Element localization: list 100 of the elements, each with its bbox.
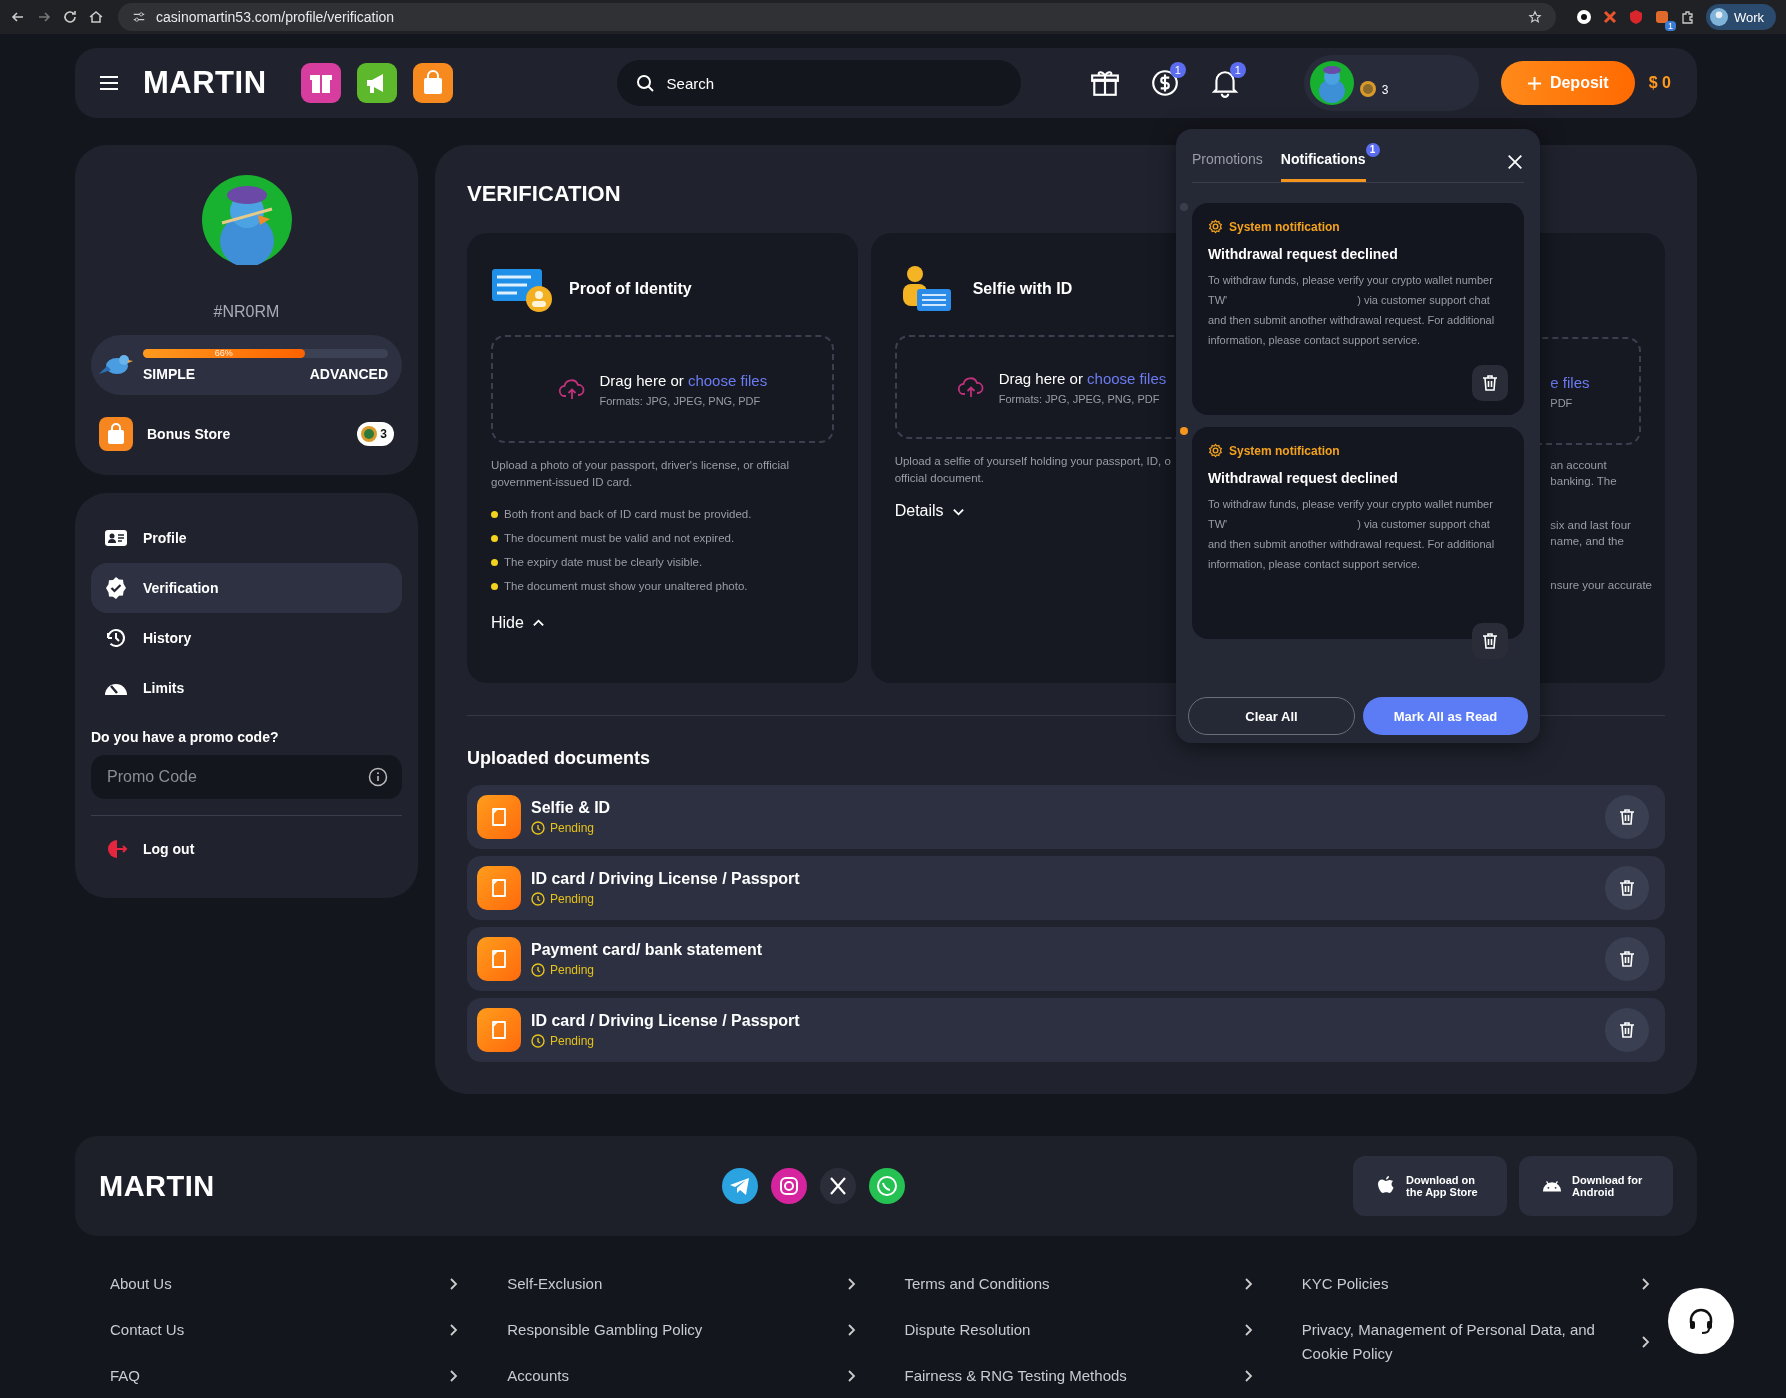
card-title: Proof of Identity xyxy=(569,280,692,298)
delete-button[interactable] xyxy=(1605,937,1649,981)
x-icon[interactable] xyxy=(820,1168,857,1204)
home-icon[interactable] xyxy=(88,9,104,25)
file-dropzone[interactable]: Drag here or choose files Formats: JPG, JPEG, PNG, PDF xyxy=(491,335,834,443)
notification-category: System notification xyxy=(1229,443,1340,458)
count-badge: 1 xyxy=(1365,143,1380,157)
trash-icon xyxy=(1617,949,1637,969)
tab[interactable]: Notifications xyxy=(1280,141,1366,182)
chevron-right-icon xyxy=(846,1277,857,1291)
username: #NR0RM xyxy=(212,303,281,321)
document-title: Payment card/ bank statement xyxy=(531,941,763,959)
description-fragment: six and last four xyxy=(1550,518,1632,533)
toggle-button[interactable]: Hide xyxy=(491,614,545,633)
extension-badge: 1 xyxy=(1664,21,1676,31)
star-icon[interactable] xyxy=(1527,10,1542,24)
delete-button[interactable] xyxy=(1472,623,1508,659)
menu-item[interactable]: Limits xyxy=(91,663,402,713)
footer-link[interactable]: FAQ xyxy=(110,1364,460,1388)
choose-files-link[interactable]: choose files xyxy=(1087,369,1167,387)
chevron-right-icon xyxy=(449,1369,460,1383)
level-label: SIMPLE xyxy=(143,365,196,382)
footer-link[interactable]: Fairness & RNG Testing Methods xyxy=(904,1364,1254,1388)
address-bar[interactable]: casinomartin53.com/profile/verification xyxy=(118,3,1556,31)
coin-badge: 3 xyxy=(357,422,394,446)
formats-note: Formats: JPG, JPEG, PNG, PDF xyxy=(599,394,762,407)
section-title: Uploaded documents xyxy=(467,748,651,769)
menu-item[interactable]: History xyxy=(91,613,402,663)
close-icon[interactable] xyxy=(1506,152,1524,171)
footer-link[interactable]: Terms and Conditions xyxy=(904,1272,1254,1296)
footer-link[interactable]: Dispute Resolution xyxy=(904,1318,1254,1342)
clock-icon xyxy=(531,892,545,906)
promo-code-field[interactable]: Promo Code xyxy=(91,755,402,799)
document-icon xyxy=(477,937,521,981)
mark-all-read-button[interactable]: Mark All as Read xyxy=(1363,697,1528,735)
trash-icon xyxy=(1617,878,1637,898)
site-settings-icon[interactable] xyxy=(132,10,146,24)
plus-icon xyxy=(1526,75,1542,91)
logout-link[interactable]: Log out xyxy=(91,824,402,874)
paper-plane-icon[interactable] xyxy=(722,1168,759,1204)
chevron-right-icon xyxy=(846,1323,857,1337)
menu-item[interactable]: Profile xyxy=(91,513,402,563)
puzzle-icon[interactable] xyxy=(1679,9,1696,25)
choose-files-link[interactable]: e files xyxy=(1550,373,1590,391)
toggle-button[interactable]: Details xyxy=(894,502,965,521)
megaphone-icon[interactable] xyxy=(356,63,397,103)
logo[interactable]: MARTIN xyxy=(99,1169,215,1203)
info-icon[interactable] xyxy=(368,767,388,787)
tab[interactable]: Promotions xyxy=(1192,141,1263,182)
logo[interactable]: MARTIN xyxy=(143,65,267,101)
footer-link[interactable]: Self-Exclusion xyxy=(507,1272,857,1296)
menu-item[interactable]: Verification xyxy=(91,563,402,613)
footer-link[interactable]: KYC Policies xyxy=(1301,1272,1651,1296)
footer-link[interactable]: Responsible Gambling Policy xyxy=(507,1318,857,1342)
trash-icon xyxy=(1480,373,1500,393)
bonus-store-link[interactable]: Bonus Store 3 xyxy=(99,417,394,451)
shopping-bag-icon[interactable] xyxy=(412,63,453,103)
avatar xyxy=(1309,61,1354,105)
document-title: ID card / Driving License / Passport xyxy=(531,1012,800,1030)
history-icon xyxy=(104,626,128,650)
user-panel[interactable]: 3 xyxy=(1303,55,1479,111)
description-fragment: banking. The xyxy=(1550,474,1618,489)
requirement-item: The document must show your unaltered photo. xyxy=(504,580,748,593)
count-badge: 1 xyxy=(1229,62,1246,78)
dollar-coin-icon[interactable] xyxy=(1149,68,1180,98)
bell-icon[interactable] xyxy=(1209,68,1240,98)
footer-link[interactable]: Accounts xyxy=(507,1364,857,1388)
chevron-right-icon xyxy=(1243,1277,1254,1291)
choose-files-link[interactable]: choose files xyxy=(687,371,768,389)
status-label: Pending xyxy=(550,821,595,835)
search-field[interactable]: Search xyxy=(616,60,1021,106)
chevron-right-icon xyxy=(1641,1335,1651,1349)
app-download-button[interactable]: Download for Android xyxy=(1519,1156,1673,1216)
chevron-right-icon xyxy=(449,1323,460,1337)
footer-link[interactable]: About Us xyxy=(110,1272,460,1296)
gear-icon xyxy=(1208,219,1223,234)
delete-button[interactable] xyxy=(1605,1008,1649,1052)
status-label: Pending xyxy=(550,1034,595,1048)
extension-icon[interactable] xyxy=(1575,9,1592,25)
level-progress-fill: 66% xyxy=(143,348,305,358)
delete-button[interactable] xyxy=(1605,866,1649,910)
balance: $ 0 xyxy=(1648,74,1671,92)
footer-link[interactable]: Contact Us xyxy=(110,1318,460,1342)
document-title: ID card / Driving License / Passport xyxy=(531,870,800,888)
chat-phone-icon[interactable] xyxy=(869,1168,906,1204)
delete-button[interactable] xyxy=(1605,795,1649,839)
bullet-dot-icon xyxy=(491,582,498,590)
camera-icon[interactable] xyxy=(771,1168,808,1204)
browser-profile-button[interactable]: Work xyxy=(1705,4,1776,30)
reload-icon[interactable] xyxy=(62,9,78,25)
gift-icon[interactable] xyxy=(300,63,341,103)
menu-icon[interactable] xyxy=(99,75,119,91)
app-download-button[interactable]: Download on the App Store xyxy=(1353,1156,1507,1216)
delete-button[interactable] xyxy=(1472,365,1508,401)
gift-icon[interactable] xyxy=(1089,68,1120,98)
footer-link[interactable]: Privacy, Management of Personal Data, and Cookie Policy xyxy=(1301,1318,1651,1366)
document-icon xyxy=(477,1008,521,1052)
document-icon xyxy=(477,866,521,910)
chevron-right-icon xyxy=(846,1369,857,1383)
clock-icon xyxy=(531,963,545,977)
